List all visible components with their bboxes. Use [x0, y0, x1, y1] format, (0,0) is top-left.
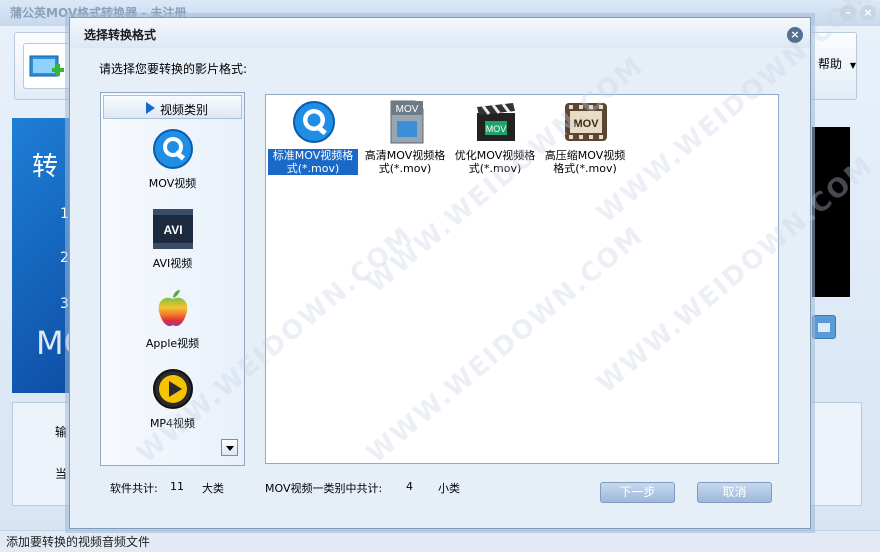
- category-total-unit: 小类: [438, 482, 460, 495]
- cancel-button[interactable]: 取消: [697, 482, 772, 503]
- output-label: 输: [55, 425, 68, 439]
- banner-step-2: 2: [60, 250, 69, 266]
- mp4-play-icon: [153, 369, 193, 409]
- prompt-text: 请选择您要转换的影片格式:: [99, 62, 248, 76]
- quicktime-icon: [153, 129, 193, 169]
- play-arrow-icon: [146, 102, 155, 114]
- svg-text:MOV: MOV: [486, 124, 507, 134]
- main-banner: 转 1 2 3 MC: [12, 118, 86, 393]
- dialog-title: 选择转换格式: [84, 28, 157, 42]
- quicktime-icon: [293, 101, 335, 143]
- category-header[interactable]: 视频类别: [103, 95, 242, 119]
- category-item-mp4[interactable]: MP4视频: [103, 367, 242, 445]
- current-label: 当: [55, 467, 68, 481]
- add-video-button[interactable]: [23, 43, 71, 89]
- category-list: 视频类别 MOV视频 AVI AVI视频 Apple视频 MP4视频: [100, 92, 245, 466]
- dialog-titlebar: 选择转换格式 ×: [70, 18, 810, 48]
- folder-icon: [818, 323, 830, 332]
- category-header-label: 视频类别: [160, 103, 209, 117]
- banner-step-1: 1: [60, 206, 69, 222]
- category-item-label: MP4视频: [149, 417, 196, 430]
- category-total-label: MOV视频一类别中共计:: [265, 482, 383, 495]
- close-icon[interactable]: ×: [787, 27, 803, 43]
- close-icon[interactable]: ×: [860, 5, 876, 21]
- avi-icon: AVI: [153, 209, 193, 249]
- format-item-label: 优化MOV视频格式(*.mov): [454, 149, 536, 175]
- video-preview: [812, 127, 850, 297]
- help-menu-label: 帮助: [818, 57, 843, 71]
- mov-film-icon: MOV: [565, 103, 607, 141]
- status-bar: 添加要转换的视频音频文件: [0, 530, 880, 552]
- svg-text:MOV: MOV: [573, 118, 599, 130]
- category-item-label: Apple视频: [145, 337, 200, 350]
- format-list: 标准MOV视频格式(*.mov) MOV 高清MOV视频格式(*.mov) MO…: [265, 94, 779, 464]
- apple-icon: [158, 290, 188, 327]
- scroll-down-button[interactable]: [221, 439, 238, 456]
- svg-text:MOV: MOV: [396, 104, 419, 115]
- mov-file-icon: MOV: [390, 100, 424, 144]
- svg-text:AVI: AVI: [163, 223, 182, 237]
- category-item-label: AVI视频: [152, 257, 193, 270]
- format-item-label: 高清MOV视频格式(*.mov): [364, 149, 446, 175]
- chevron-down-icon: ▼: [849, 61, 856, 70]
- next-button[interactable]: 下一步: [600, 482, 675, 503]
- select-format-dialog: 选择转换格式 × 请选择您要转换的影片格式: 视频类别 MOV视频 AVI AV…: [69, 17, 811, 529]
- minimize-icon[interactable]: –: [840, 5, 856, 21]
- software-total-label: 软件共计:: [110, 482, 158, 495]
- add-video-icon: [29, 55, 64, 77]
- software-total-unit: 大类: [202, 482, 224, 495]
- banner-step-3: 3: [60, 296, 69, 312]
- help-menu[interactable]: 帮助 ▼: [818, 55, 856, 72]
- format-item-label: 高压缩MOV视频格式(*.mov): [544, 149, 626, 175]
- category-item-label: MOV视频: [148, 177, 197, 190]
- category-item-avi[interactable]: AVI AVI视频: [103, 207, 242, 285]
- format-item-label: 标准MOV视频格式(*.mov): [268, 149, 358, 175]
- banner-heading: 转: [32, 152, 59, 182]
- software-total-value: 11: [170, 480, 184, 493]
- category-item-apple[interactable]: Apple视频: [103, 287, 242, 365]
- folder-button[interactable]: [812, 315, 836, 339]
- category-total-value: 4: [406, 480, 413, 493]
- status-text: 添加要转换的视频音频文件: [6, 535, 151, 549]
- category-item-mov[interactable]: MOV视频: [103, 127, 242, 205]
- clapperboard-icon: MOV: [477, 103, 515, 141]
